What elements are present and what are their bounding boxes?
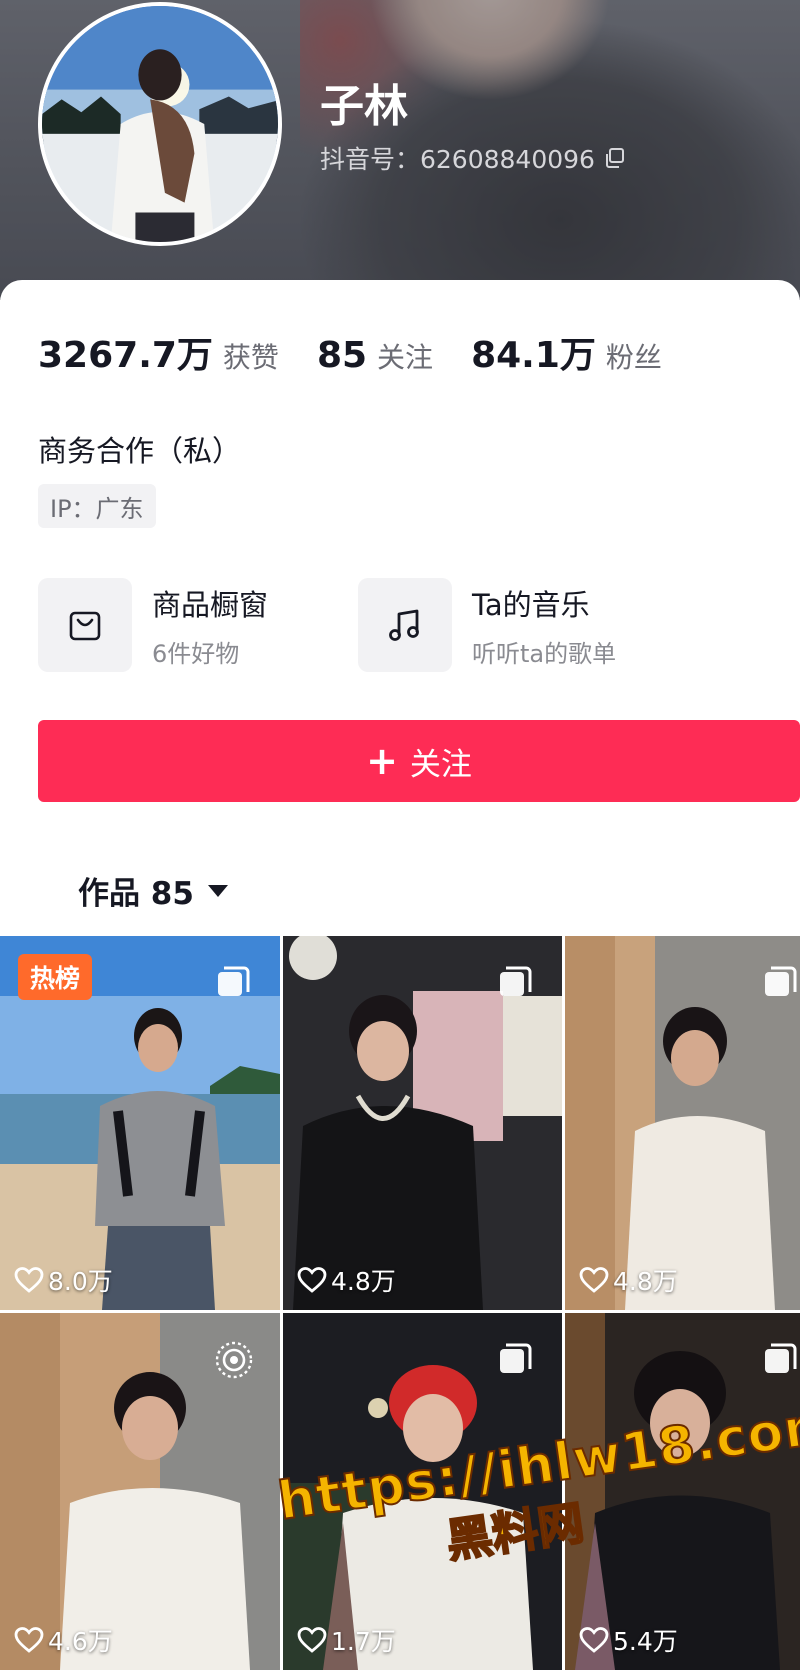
heart-icon xyxy=(297,1627,327,1653)
stats-row: 3267.7万 获赞 85 关注 84.1万 粉丝 xyxy=(38,326,700,378)
like-count: 4.8万 xyxy=(579,1262,678,1298)
live-photo-icon xyxy=(215,1341,253,1379)
video-thumbnail[interactable]: 热榜 8.0万 xyxy=(0,936,280,1310)
like-count: 4.6万 xyxy=(14,1622,113,1658)
avatar[interactable] xyxy=(38,2,282,246)
stat-label: 粉丝 xyxy=(605,341,662,374)
shopping-bag-icon xyxy=(69,611,101,641)
profile-header: 子林 抖音号：62608840096 xyxy=(0,0,800,300)
stat-value: 84.1万 xyxy=(471,335,596,376)
heart-icon xyxy=(14,1267,44,1293)
multi-image-icon xyxy=(765,1343,797,1373)
stat-following[interactable]: 85 关注 xyxy=(317,335,433,376)
heart-icon xyxy=(579,1627,609,1653)
douyin-id: 抖音号：62608840096 xyxy=(320,140,627,176)
like-count: 5.4万 xyxy=(579,1622,678,1658)
stat-label: 获赞 xyxy=(222,341,279,374)
like-count-text: 4.6万 xyxy=(48,1627,113,1656)
stat-followers[interactable]: 84.1万 粉丝 xyxy=(471,326,662,378)
video-thumbnail[interactable]: 4.6万 xyxy=(0,1313,280,1670)
hot-list-badge: 热榜 xyxy=(18,954,92,1000)
caret-down-icon xyxy=(207,884,228,897)
avatar-photo xyxy=(42,6,278,242)
ip-location-tag: IP：广东 xyxy=(38,484,156,528)
like-count-text: 8.0万 xyxy=(48,1267,113,1296)
multi-image-icon xyxy=(765,966,797,996)
music-note-icon xyxy=(389,609,419,641)
douyin-id-text: 抖音号：62608840096 xyxy=(320,145,595,174)
stat-label: 关注 xyxy=(377,341,434,374)
tab-works[interactable]: 作品 85 xyxy=(78,868,228,913)
video-thumbnail[interactable]: 5.4万 xyxy=(565,1313,800,1670)
entry-subtitle: 6件好物 xyxy=(152,639,240,668)
entry-title: 商品橱窗 xyxy=(152,587,269,622)
stat-value: 85 xyxy=(316,335,368,376)
like-count-text: 4.8万 xyxy=(331,1267,396,1296)
video-thumbnail[interactable]: 1.7万 xyxy=(283,1313,562,1670)
like-count: 4.8万 xyxy=(297,1262,396,1298)
heart-icon xyxy=(297,1267,327,1293)
multi-image-icon xyxy=(218,966,250,996)
follow-button-label: 关注 xyxy=(409,746,472,783)
like-count: 1.7万 xyxy=(297,1622,396,1658)
follow-button[interactable]: + 关注 xyxy=(38,720,800,802)
multi-image-icon xyxy=(500,1343,532,1373)
entry-subtitle: 听听ta的歌单 xyxy=(472,639,617,668)
stat-likes[interactable]: 3267.7万 获赞 xyxy=(38,326,279,378)
tab-works-label: 作品 85 xyxy=(78,876,194,912)
entry-title: Ta的音乐 xyxy=(472,587,590,622)
copy-icon[interactable] xyxy=(603,146,627,170)
multi-image-icon xyxy=(500,966,532,996)
video-thumbnail[interactable]: 4.8万 xyxy=(565,936,800,1310)
bio-text: 商务合作（私） xyxy=(38,434,242,468)
video-grid: 热榜 8.0万 4.8万 4.8万 4.6万 1.7万 5.4万 xyxy=(0,936,800,1670)
heart-icon xyxy=(579,1267,609,1293)
video-thumbnail[interactable]: 4.8万 xyxy=(283,936,562,1310)
heart-icon xyxy=(14,1627,44,1653)
like-count: 8.0万 xyxy=(14,1262,113,1298)
music-entry[interactable]: Ta的音乐 听听ta的歌单 xyxy=(358,578,616,672)
shop-window-entry[interactable]: 商品橱窗 6件好物 xyxy=(38,578,268,672)
like-count-text: 1.7万 xyxy=(331,1627,396,1656)
plus-icon: + xyxy=(366,739,398,783)
like-count-text: 4.8万 xyxy=(613,1267,678,1296)
profile-card: 3267.7万 获赞 85 关注 84.1万 粉丝 商务合作（私） IP：广东 … xyxy=(0,280,800,940)
stat-value: 3267.7万 xyxy=(38,335,213,376)
like-count-text: 5.4万 xyxy=(613,1627,678,1656)
nickname: 子林 xyxy=(320,81,408,132)
